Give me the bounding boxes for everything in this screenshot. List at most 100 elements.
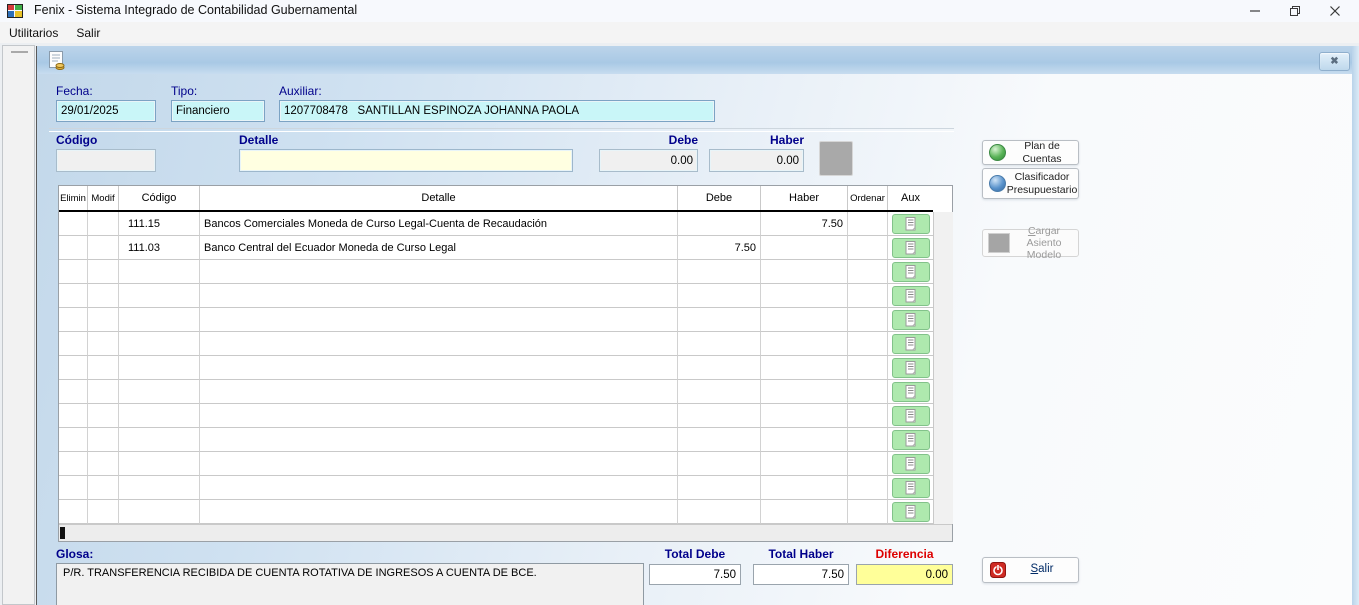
aux-button[interactable] — [892, 382, 930, 402]
restore-button[interactable] — [1275, 0, 1315, 22]
cell-detalle[interactable] — [200, 284, 678, 308]
col-debe[interactable]: Debe — [678, 186, 761, 210]
cell-detalle[interactable] — [200, 260, 678, 284]
cell-detalle[interactable]: Banco Central del Ecuador Moneda de Curs… — [200, 236, 678, 260]
close-button[interactable] — [1315, 0, 1355, 22]
clasificador-presupuestario-button[interactable]: Clasificador Presupuestario — [982, 168, 1079, 199]
cell-elimin[interactable] — [59, 428, 88, 452]
cell-modif[interactable] — [88, 476, 119, 500]
aux-button[interactable] — [892, 286, 930, 306]
salir-button[interactable]: Salir — [982, 557, 1079, 583]
table-horizontal-scrollbar[interactable] — [59, 524, 952, 541]
cell-elimin[interactable] — [59, 332, 88, 356]
cell-modif[interactable] — [88, 236, 119, 260]
cell-debe[interactable] — [678, 476, 761, 500]
cell-modif[interactable] — [88, 212, 119, 236]
aux-button[interactable] — [892, 454, 930, 474]
auxiliar-input[interactable]: 1207708478 SANTILLAN ESPINOZA JOHANNA PA… — [279, 100, 715, 122]
cell-ordenar[interactable] — [848, 284, 888, 308]
col-ordenar[interactable]: Ordenar — [848, 186, 888, 210]
debe-input[interactable]: 0.00 — [599, 149, 698, 172]
cell-modif[interactable] — [88, 452, 119, 476]
cell-codigo[interactable] — [119, 332, 200, 356]
cell-haber[interactable] — [761, 380, 848, 404]
cell-haber[interactable] — [761, 308, 848, 332]
cell-elimin[interactable] — [59, 260, 88, 284]
codigo-input[interactable] — [56, 149, 156, 172]
cell-detalle[interactable] — [200, 500, 678, 524]
cell-modif[interactable] — [88, 284, 119, 308]
cell-ordenar[interactable] — [848, 332, 888, 356]
cell-detalle[interactable] — [200, 452, 678, 476]
cell-debe[interactable] — [678, 500, 761, 524]
menu-item-utilitarios[interactable]: Utilitarios — [0, 22, 67, 43]
cell-debe[interactable] — [678, 452, 761, 476]
aux-button[interactable] — [892, 502, 930, 522]
cell-ordenar[interactable] — [848, 380, 888, 404]
cell-codigo[interactable] — [119, 380, 200, 404]
cell-debe[interactable] — [678, 380, 761, 404]
cell-modif[interactable] — [88, 260, 119, 284]
cell-haber[interactable] — [761, 404, 848, 428]
cell-codigo[interactable] — [119, 500, 200, 524]
col-detalle[interactable]: Detalle — [200, 186, 678, 210]
minimize-button[interactable] — [1235, 0, 1275, 22]
aux-button[interactable] — [892, 478, 930, 498]
haber-input[interactable]: 0.00 — [709, 149, 804, 172]
cell-ordenar[interactable] — [848, 236, 888, 260]
cell-haber[interactable] — [761, 260, 848, 284]
cell-codigo[interactable] — [119, 404, 200, 428]
cell-debe[interactable]: 7.50 — [678, 236, 761, 260]
cell-ordenar[interactable] — [848, 404, 888, 428]
cell-elimin[interactable] — [59, 452, 88, 476]
cell-ordenar[interactable] — [848, 500, 888, 524]
cell-modif[interactable] — [88, 428, 119, 452]
col-aux[interactable]: Aux — [888, 186, 933, 210]
cell-elimin[interactable] — [59, 356, 88, 380]
cell-haber[interactable] — [761, 428, 848, 452]
cell-modif[interactable] — [88, 500, 119, 524]
cell-debe[interactable] — [678, 356, 761, 380]
aux-button[interactable] — [892, 262, 930, 282]
cell-codigo[interactable] — [119, 452, 200, 476]
cell-haber[interactable] — [761, 332, 848, 356]
glosa-textarea[interactable]: P/R. TRANSFERENCIA RECIBIDA DE CUENTA RO… — [56, 563, 644, 605]
cell-elimin[interactable] — [59, 212, 88, 236]
panel-grip[interactable] — [11, 51, 28, 53]
cell-haber[interactable] — [761, 452, 848, 476]
cell-codigo[interactable] — [119, 476, 200, 500]
col-elimin[interactable]: Elimin — [59, 186, 88, 210]
cell-detalle[interactable] — [200, 308, 678, 332]
cell-haber[interactable] — [761, 284, 848, 308]
menu-item-salir[interactable]: Salir — [67, 22, 109, 43]
cell-detalle[interactable] — [200, 380, 678, 404]
fecha-input[interactable]: 29/01/2025 — [56, 100, 156, 122]
cell-debe[interactable] — [678, 428, 761, 452]
aux-button[interactable] — [892, 334, 930, 354]
cell-modif[interactable] — [88, 308, 119, 332]
cell-haber[interactable] — [761, 236, 848, 260]
aux-button[interactable] — [892, 406, 930, 426]
tipo-input[interactable]: Financiero — [171, 100, 265, 122]
cell-modif[interactable] — [88, 356, 119, 380]
cell-elimin[interactable] — [59, 284, 88, 308]
detalle-input[interactable] — [239, 149, 573, 172]
cell-ordenar[interactable] — [848, 452, 888, 476]
cell-elimin[interactable] — [59, 404, 88, 428]
cell-ordenar[interactable] — [848, 476, 888, 500]
cell-modif[interactable] — [88, 404, 119, 428]
cell-modif[interactable] — [88, 380, 119, 404]
aux-button[interactable] — [892, 310, 930, 330]
cell-ordenar[interactable] — [848, 428, 888, 452]
cell-codigo[interactable]: 111.15 — [119, 212, 200, 236]
scrollbar-thumb[interactable] — [60, 527, 65, 539]
cell-ordenar[interactable] — [848, 260, 888, 284]
cell-debe[interactable] — [678, 404, 761, 428]
collapsed-side-panel[interactable] — [2, 45, 35, 605]
cell-haber[interactable] — [761, 500, 848, 524]
col-haber[interactable]: Haber — [761, 186, 848, 210]
cell-debe[interactable] — [678, 332, 761, 356]
cell-detalle[interactable] — [200, 332, 678, 356]
aux-button[interactable] — [892, 358, 930, 378]
cell-detalle[interactable] — [200, 404, 678, 428]
